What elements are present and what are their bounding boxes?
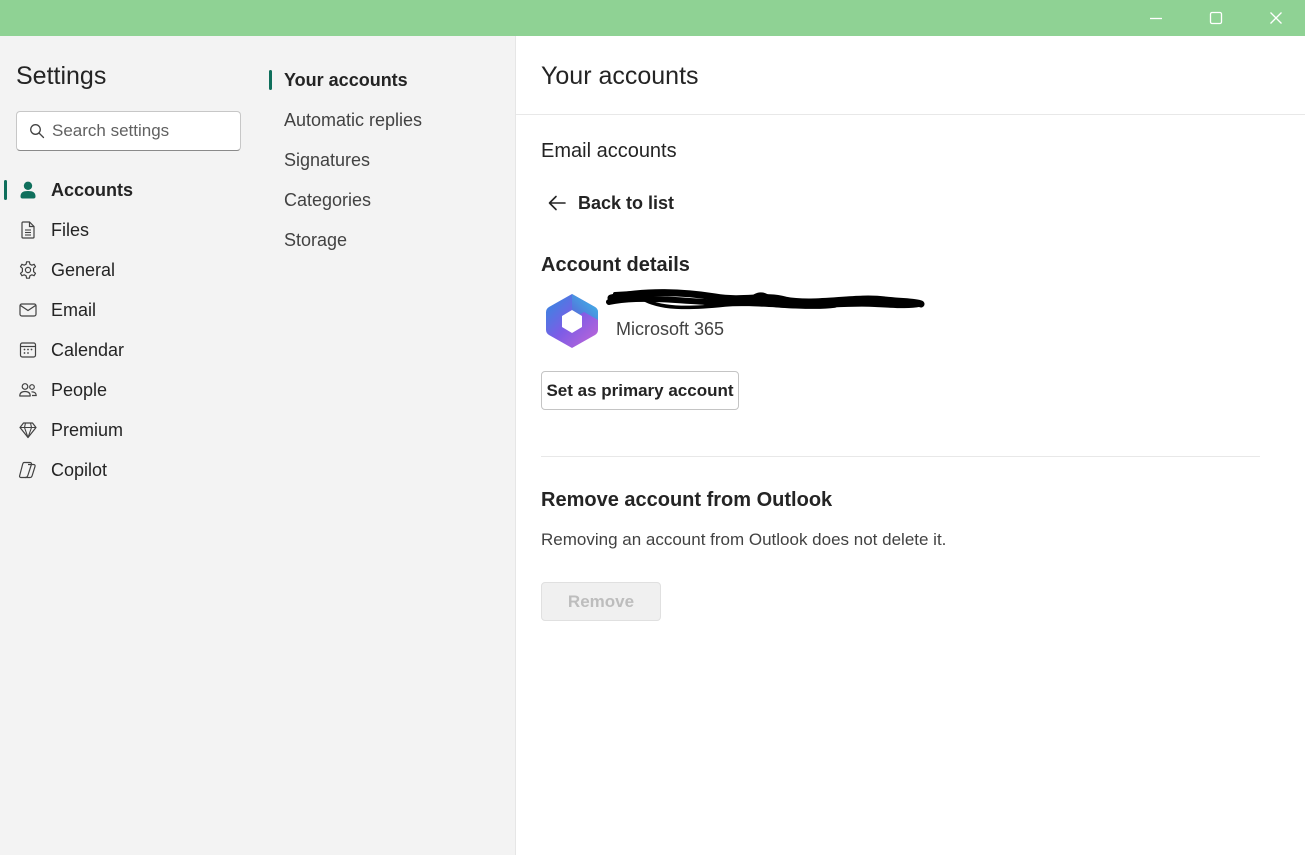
nav-item-email[interactable]: Email [0, 290, 266, 330]
section-divider [541, 456, 1260, 457]
search-input[interactable] [52, 121, 232, 141]
subnav-item-storage[interactable]: Storage [266, 220, 514, 260]
file-icon [17, 219, 39, 241]
search-icon [29, 123, 45, 139]
nav-item-general[interactable]: General [0, 250, 266, 290]
copilot-icon [17, 459, 39, 481]
minimize-icon [1150, 17, 1162, 20]
person-icon [17, 179, 39, 201]
gear-icon [17, 259, 39, 281]
nav-item-files[interactable]: Files [0, 210, 266, 250]
remove-account-heading: Remove account from Outlook [541, 489, 833, 511]
people-icon [17, 379, 39, 401]
nav-item-premium[interactable]: Premium [0, 410, 266, 450]
remove-account-description: Removing an account from Outlook does no… [541, 530, 947, 549]
nav-item-copilot[interactable]: Copilot [0, 450, 266, 490]
subnav-item-categories[interactable]: Categories [266, 180, 514, 220]
arrow-left-icon [548, 195, 566, 211]
accounts-subnav: Your accounts Automatic replies Signatur… [266, 36, 516, 855]
nav-item-label: Email [51, 299, 97, 320]
title-bar [0, 0, 1305, 36]
set-primary-account-button[interactable]: Set as primary account [541, 371, 739, 410]
maximize-button[interactable] [1193, 0, 1239, 36]
microsoft-365-logo [546, 294, 598, 348]
main-panel: Your accounts Email accounts Back to lis… [516, 36, 1305, 855]
nav-item-calendar[interactable]: Calendar [0, 330, 266, 370]
search-box[interactable] [16, 111, 241, 151]
account-type: Microsoft 365 [616, 319, 725, 339]
nav-item-label: General [51, 259, 116, 280]
nav-item-label: Files [51, 219, 90, 240]
nav-item-label: Premium [51, 419, 124, 440]
diamond-icon [17, 419, 39, 441]
account-details-heading: Account details [541, 254, 690, 276]
nav-item-label: Copilot [51, 459, 108, 480]
nav-item-people[interactable]: People [0, 370, 266, 410]
close-icon [1270, 12, 1282, 24]
close-button[interactable] [1253, 0, 1299, 36]
page-title: Your accounts [541, 62, 699, 90]
remove-button[interactable]: Remove [541, 582, 661, 621]
minimize-button[interactable] [1133, 0, 1179, 36]
subnav-item-your-accounts[interactable]: Your accounts [266, 60, 514, 100]
nav-item-label: People [51, 379, 108, 400]
settings-nav: Settings Accounts [0, 36, 266, 855]
back-to-list-label: Back to list [578, 192, 675, 213]
email-accounts-heading: Email accounts [541, 140, 677, 162]
calendar-icon [17, 339, 39, 361]
nav-item-accounts[interactable]: Accounts [0, 170, 266, 210]
header-divider [516, 114, 1305, 115]
mail-icon [17, 299, 39, 321]
nav-item-label: Accounts [51, 179, 134, 200]
subnav-item-automatic-replies[interactable]: Automatic replies [266, 100, 514, 140]
maximize-icon [1209, 11, 1223, 25]
settings-title: Settings [16, 62, 107, 90]
nav-item-label: Calendar [51, 339, 125, 360]
subnav-item-signatures[interactable]: Signatures [266, 140, 514, 180]
back-to-list-link[interactable]: Back to list [546, 188, 674, 218]
